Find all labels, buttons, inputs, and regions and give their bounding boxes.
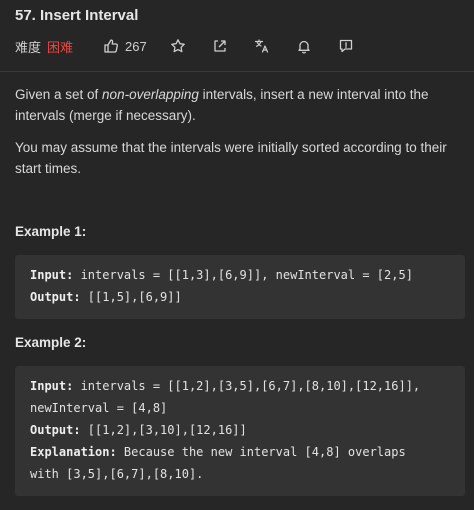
favorite-button[interactable] — [170, 36, 186, 56]
problem-page: 57. Insert Interval 难度 困难 267 Given a se… — [0, 0, 474, 510]
translate-icon — [254, 38, 270, 54]
input-label: Input: — [30, 379, 74, 393]
example-2-heading: Example 2: — [15, 335, 87, 350]
share-icon — [212, 38, 228, 54]
difficulty-label: 难度 — [15, 39, 42, 55]
description-paragraph-1: Given a set of non-overlapping intervals… — [15, 84, 455, 126]
example-1-heading: Example 1: — [15, 224, 87, 239]
input-value: intervals = [[1,3],[6,9]], newInterval =… — [73, 268, 413, 282]
input-label: Input: — [30, 268, 74, 282]
example-2-input-line: Input: intervals = [[1,2],[3,5],[6,7],[8… — [30, 375, 465, 397]
difficulty-badge: 困难 — [47, 39, 74, 55]
bell-icon — [296, 38, 312, 54]
like-icon — [103, 38, 119, 54]
output-label: Output: — [30, 423, 81, 437]
like-count: 267 — [125, 38, 147, 54]
explanation-label: Explanation: — [30, 445, 117, 459]
example-2-explanation-line: Explanation: Because the new interval [4… — [30, 441, 465, 463]
description-paragraph-2: You may assume that the intervals were i… — [15, 140, 447, 176]
star-icon — [170, 38, 186, 54]
description-text: Given a set of — [15, 87, 103, 102]
subscribe-button[interactable] — [296, 36, 312, 56]
feedback-button[interactable] — [338, 36, 354, 56]
header-divider — [0, 71, 474, 72]
feedback-icon — [338, 38, 354, 54]
example-2-explanation-line-continued: with [3,5],[6,7],[8,10]. — [30, 467, 204, 481]
output-value: [[1,2],[3,10],[12,16]] — [80, 423, 247, 437]
explanation-text: Because the new interval [4,8] overlaps — [116, 445, 406, 459]
problem-meta-bar: 难度 困难 267 — [15, 36, 465, 56]
input-value: intervals = [[1,2],[3,5],[6,7],[8,10],[1… — [73, 379, 421, 393]
output-label: Output: — [30, 290, 81, 304]
output-value: [[1,5],[6,9]] — [80, 290, 182, 304]
like-button[interactable]: 267 — [103, 36, 147, 56]
example-2-output-line: Output: [[1,2],[3,10],[12,16]] — [30, 419, 465, 441]
example-2-code-block: Input: intervals = [[1,2],[3,5],[6,7],[8… — [15, 366, 465, 496]
example-1-output-line: Output: [[1,5],[6,9]] — [30, 286, 465, 308]
example-2-input-line-continued: newInterval = [4,8] — [30, 401, 168, 415]
share-button[interactable] — [212, 36, 228, 56]
description-emphasis: non-overlapping — [102, 87, 199, 102]
example-1-code-block: Input: intervals = [[1,3],[6,9]], newInt… — [15, 255, 465, 319]
translate-button[interactable] — [254, 36, 270, 56]
example-1-input-line: Input: intervals = [[1,3],[6,9]], newInt… — [30, 264, 465, 286]
problem-title: 57. Insert Interval — [15, 7, 139, 24]
